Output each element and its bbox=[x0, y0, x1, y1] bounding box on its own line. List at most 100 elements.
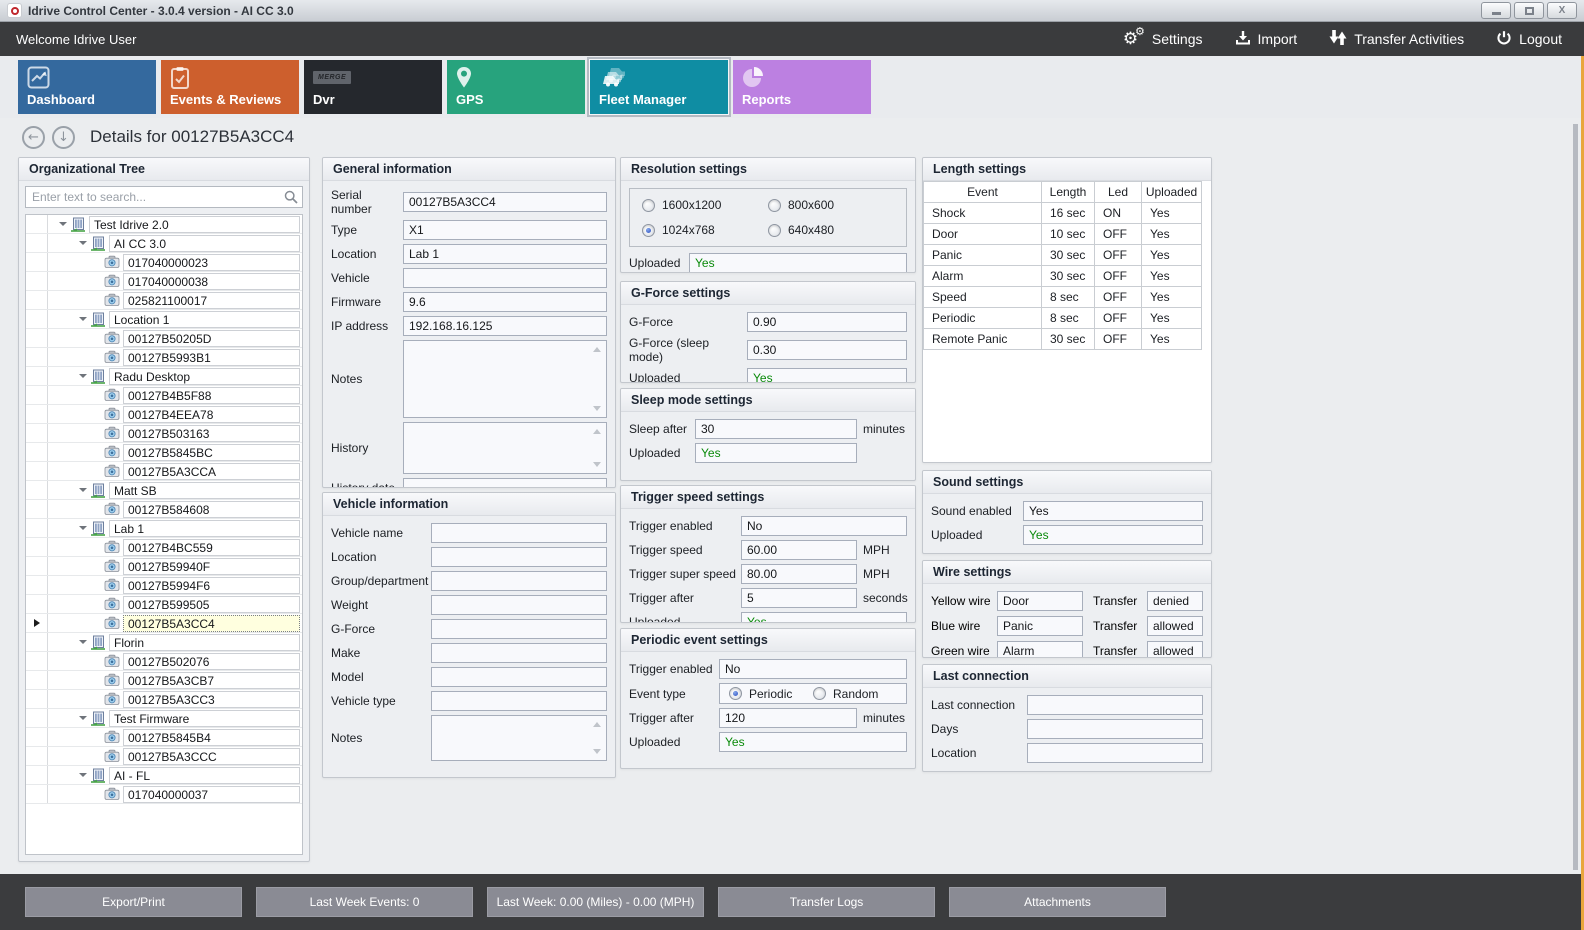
tree-row[interactable]: Lab 1 bbox=[26, 519, 302, 538]
expander-icon[interactable] bbox=[76, 317, 90, 321]
import-button[interactable]: Import bbox=[1235, 30, 1298, 49]
tree-node-label[interactable]: Test Idrive 2.0 bbox=[89, 216, 300, 233]
tree-node-label[interactable]: 00127B50205D bbox=[123, 330, 300, 347]
table-row[interactable]: Speed 8 sec OFF Yes bbox=[924, 287, 1202, 308]
tree-row[interactable]: 017040000038 bbox=[26, 272, 302, 291]
field-input[interactable] bbox=[431, 715, 607, 761]
field-input[interactable]: 9.6 bbox=[403, 292, 607, 312]
table-row[interactable]: Alarm 30 sec OFF Yes bbox=[924, 266, 1202, 287]
tab-gps[interactable]: GPS bbox=[447, 60, 585, 114]
radio-option-periodic[interactable]: Periodic bbox=[729, 687, 813, 701]
tree-node-label[interactable]: 00127B5845BC bbox=[123, 444, 300, 461]
bottom-bar-button[interactable]: Attachments bbox=[949, 887, 1166, 917]
back-arrow-icon[interactable]: ← bbox=[22, 126, 45, 149]
spin-up-icon[interactable] bbox=[593, 347, 601, 352]
tree-row[interactable]: 00127B5A3CCC bbox=[26, 747, 302, 766]
tree-row[interactable]: 00127B503163 bbox=[26, 424, 302, 443]
table-row[interactable]: Periodic 8 sec OFF Yes bbox=[924, 308, 1202, 329]
tree-node-label[interactable]: 025821100017 bbox=[123, 292, 300, 309]
tree-row[interactable]: 00127B5994F6 bbox=[26, 576, 302, 595]
table-row[interactable]: Door 10 sec OFF Yes bbox=[924, 224, 1202, 245]
tab-dvr[interactable]: MERGE Dvr bbox=[304, 60, 442, 114]
tree-row[interactable]: 017040000037 bbox=[26, 785, 302, 804]
field-input[interactable] bbox=[431, 643, 607, 663]
bottom-bar-button[interactable]: Last Week: 0.00 (Miles) - 0.00 (MPH) bbox=[487, 887, 704, 917]
gforce-input[interactable]: 0.90 bbox=[747, 312, 907, 332]
tab-reports[interactable]: Reports bbox=[733, 60, 871, 114]
radio-option-640x480[interactable]: 640x480 bbox=[768, 223, 894, 237]
transfer-value-input[interactable]: allowed bbox=[1147, 641, 1203, 658]
tree-row[interactable]: 00127B5993B1 bbox=[26, 348, 302, 367]
tree-node-label[interactable]: 017040000037 bbox=[123, 786, 300, 803]
tree-row[interactable]: 00127B4B5F88 bbox=[26, 386, 302, 405]
tree-node-label[interactable]: AI CC 3.0 bbox=[109, 235, 300, 252]
tree-row[interactable]: 00127B584608 bbox=[26, 500, 302, 519]
tree-node-label[interactable]: Test Firmware bbox=[109, 710, 300, 727]
transfer-activities-button[interactable]: Transfer Activities bbox=[1329, 29, 1464, 49]
tree-row[interactable]: 00127B5A3CB7 bbox=[26, 671, 302, 690]
tree-row[interactable]: Test Idrive 2.0 bbox=[26, 215, 302, 234]
radio-option-1600x1200[interactable]: 1600x1200 bbox=[642, 198, 768, 212]
trigger-speed-input[interactable]: 60.00 bbox=[741, 540, 857, 560]
tree-node-label[interactable]: 00127B5994F6 bbox=[123, 577, 300, 594]
field-input[interactable] bbox=[1027, 695, 1203, 715]
trigger-enabled-input[interactable]: No bbox=[741, 516, 907, 536]
spin-up-icon[interactable] bbox=[593, 722, 601, 727]
transfer-value-input[interactable]: denied bbox=[1147, 591, 1203, 611]
field-input[interactable] bbox=[403, 422, 607, 474]
tree-row[interactable]: AI CC 3.0 bbox=[26, 234, 302, 253]
tree-node-label[interactable]: Radu Desktop bbox=[109, 368, 300, 385]
expander-icon[interactable] bbox=[76, 488, 90, 492]
field-input[interactable] bbox=[1027, 743, 1203, 763]
trigger-after-input[interactable]: 5 bbox=[741, 588, 857, 608]
field-input[interactable]: X1 bbox=[403, 220, 607, 240]
tree-node-label[interactable]: Matt SB bbox=[109, 482, 300, 499]
tree-node-label[interactable]: 00127B4B5F88 bbox=[123, 387, 300, 404]
tree-node-label[interactable]: AI - FL bbox=[109, 767, 300, 784]
tree-node-label[interactable]: Lab 1 bbox=[109, 520, 300, 537]
field-input[interactable] bbox=[1027, 719, 1203, 739]
bottom-bar-button[interactable]: Export/Print bbox=[25, 887, 242, 917]
wire-value-input[interactable]: Panic bbox=[997, 616, 1083, 636]
expander-icon[interactable] bbox=[56, 222, 70, 226]
tree-row[interactable]: 00127B599505 bbox=[26, 595, 302, 614]
down-arrow-icon[interactable]: ↓ bbox=[52, 126, 75, 149]
tree-node-label[interactable]: 00127B5A3CC3 bbox=[123, 691, 300, 708]
wire-value-input[interactable]: Alarm bbox=[997, 641, 1083, 658]
table-row[interactable]: Shock 16 sec ON Yes bbox=[924, 203, 1202, 224]
table-row[interactable]: Panic 30 sec OFF Yes bbox=[924, 245, 1202, 266]
field-input[interactable] bbox=[431, 595, 607, 615]
spin-down-icon[interactable] bbox=[593, 462, 601, 467]
field-input[interactable] bbox=[403, 478, 607, 488]
tree-row[interactable]: Test Firmware bbox=[26, 709, 302, 728]
field-input[interactable] bbox=[431, 547, 607, 567]
tree-node-label[interactable]: 00127B5A3CCC bbox=[123, 748, 300, 765]
expander-icon[interactable] bbox=[76, 773, 90, 777]
tree-node-label[interactable]: 017040000038 bbox=[123, 273, 300, 290]
expander-icon[interactable] bbox=[76, 241, 90, 245]
tree-node-label[interactable]: 00127B4EEA78 bbox=[123, 406, 300, 423]
bottom-bar-button[interactable]: Last Week Events: 0 bbox=[256, 887, 473, 917]
field-input[interactable] bbox=[403, 340, 607, 418]
tree-row[interactable]: Location 1 bbox=[26, 310, 302, 329]
tree-node-label[interactable]: 00127B502076 bbox=[123, 653, 300, 670]
minimize-button[interactable] bbox=[1481, 2, 1511, 19]
wire-value-input[interactable]: Door bbox=[997, 591, 1083, 611]
tab-events-reviews[interactable]: Events & Reviews bbox=[161, 60, 299, 114]
trigger-super-speed-input[interactable]: 80.00 bbox=[741, 564, 857, 584]
tree-row[interactable]: 00127B5A3CC4 bbox=[26, 614, 302, 633]
tree-node-label[interactable]: 00127B599505 bbox=[123, 596, 300, 613]
tree-node-label[interactable]: 00127B5A3CCA bbox=[123, 463, 300, 480]
field-input[interactable]: 00127B5A3CC4 bbox=[403, 192, 607, 212]
tree-row[interactable]: AI - FL bbox=[26, 766, 302, 785]
search-input[interactable] bbox=[25, 186, 303, 208]
tree-row[interactable]: 00127B502076 bbox=[26, 652, 302, 671]
maximize-button[interactable] bbox=[1514, 2, 1544, 19]
tree-row[interactable]: 00127B59940F bbox=[26, 557, 302, 576]
logout-button[interactable]: Logout bbox=[1496, 30, 1562, 49]
tree-row[interactable]: 00127B5845BC bbox=[26, 443, 302, 462]
spin-down-icon[interactable] bbox=[593, 749, 601, 754]
periodic-after-input[interactable]: 120 bbox=[719, 708, 857, 728]
tree-row[interactable]: Florin bbox=[26, 633, 302, 652]
tree-node-label[interactable]: Florin bbox=[109, 634, 300, 651]
